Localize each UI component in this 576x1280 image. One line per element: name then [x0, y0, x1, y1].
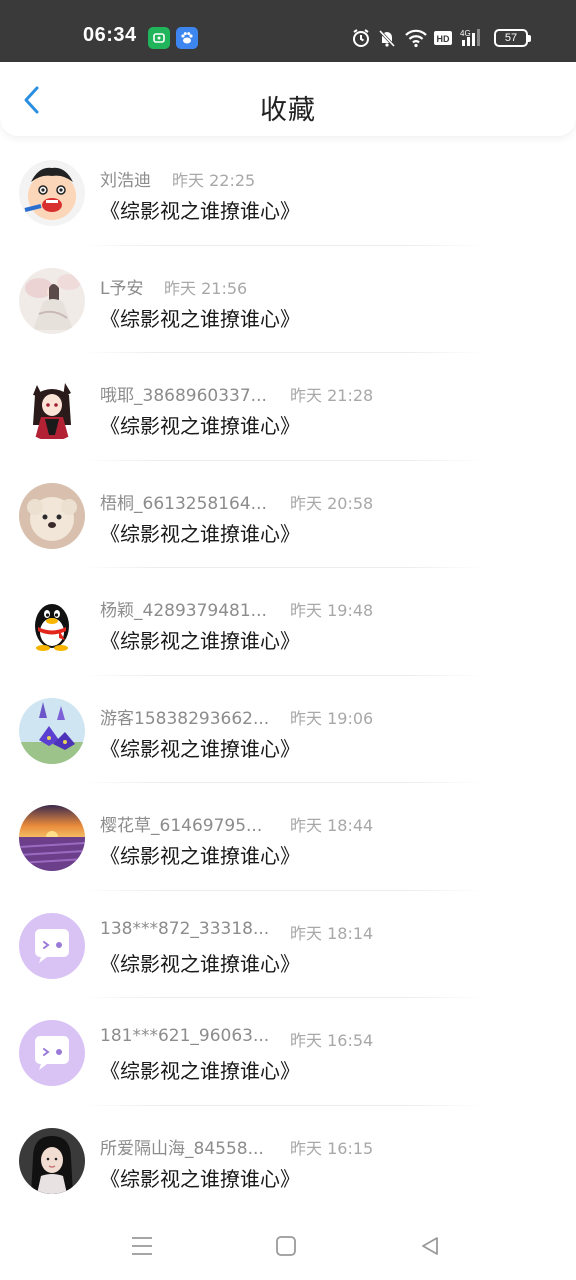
username: 181***621_96063... — [100, 1026, 270, 1046]
book-title: 《综影视之谁撩谁心》 — [100, 844, 300, 868]
alarm-icon — [351, 28, 371, 52]
username: 梧桐_6613258164... — [100, 493, 267, 514]
book-title: 《综影视之谁撩谁心》 — [100, 521, 300, 546]
username: 游客15838293662... — [100, 708, 270, 729]
list-item[interactable]: 游客15838293662... 昨天 19:06 《综影视之谁撩谁心》 — [0, 676, 576, 783]
list-item[interactable]: 杨颖_4289379481... 昨天 19:48 《综影视之谁撩谁心》 — [0, 568, 576, 676]
username: L予安 — [100, 278, 144, 299]
list-item[interactable]: 哦耶_3868960337... 昨天 21:28 《综影视之谁撩谁心》 — [0, 353, 576, 461]
list-item[interactable]: 138***872_33318... 昨天 18:14 《综影视之谁撩谁心》 — [0, 891, 576, 998]
app-green-icon — [148, 27, 170, 49]
system-nav-bar — [0, 1210, 576, 1280]
book-title: 《综影视之谁撩谁心》 — [100, 306, 300, 331]
book-title: 《综影视之谁撩谁心》 — [100, 199, 300, 223]
avatar[interactable] — [19, 1127, 85, 1194]
svg-text:4G: 4G — [460, 29, 471, 38]
avatar[interactable] — [19, 1020, 85, 1086]
list-item[interactable]: 所爱隔山海_84558... 昨天 16:15 《综影视之谁撩谁心》 — [0, 1106, 576, 1214]
timestamp: 昨天 20:58 — [290, 493, 374, 513]
username: 所爱隔山海_84558... — [100, 1138, 264, 1159]
avatar[interactable] — [19, 375, 85, 441]
avatar[interactable] — [19, 482, 85, 549]
book-title: 《综影视之谁撩谁心》 — [100, 736, 300, 761]
list-item[interactable]: 181***621_96063... 昨天 16:54 《综影视之谁撩谁心》 — [0, 998, 576, 1106]
page-title: 收藏 — [260, 95, 316, 126]
timestamp: 昨天 16:15 — [290, 1138, 374, 1158]
avatar[interactable] — [19, 160, 85, 226]
hd-icon: HD — [433, 28, 453, 52]
svg-text:HD: HD — [437, 34, 450, 44]
list-item[interactable]: L予安 昨天 21:56 《综影视之谁撩谁心》 — [0, 246, 576, 353]
baidu-paw-icon — [176, 27, 198, 49]
book-title: 《综影视之谁撩谁心》 — [100, 414, 300, 438]
avatar[interactable] — [19, 805, 85, 871]
list-item[interactable]: 梧桐_6613258164... 昨天 20:58 《综影视之谁撩谁心》 — [0, 461, 576, 568]
list-item[interactable]: 樱花草_61469795... 昨天 18:44 《综影视之谁撩谁心》 — [0, 783, 576, 891]
book-title: 《综影视之谁撩谁心》 — [100, 629, 300, 653]
signal-4g-icon: 4G — [459, 28, 487, 52]
username: 哦耶_3868960337... — [100, 386, 267, 406]
menu-icon — [132, 1237, 152, 1255]
avatar[interactable] — [19, 590, 85, 656]
avatar[interactable] — [19, 267, 85, 334]
book-title: 《综影视之谁撩谁心》 — [100, 1059, 300, 1083]
avatar[interactable] — [19, 912, 85, 979]
username: 樱花草_61469795... — [100, 816, 263, 836]
battery-icon: 57 — [494, 29, 531, 47]
timestamp: 昨天 16:54 — [290, 1031, 374, 1050]
timestamp: 昨天 21:56 — [164, 278, 248, 298]
wifi-icon — [404, 28, 428, 52]
status-bar: 06:34 HD 4G 57 — [0, 0, 576, 62]
timestamp: 昨天 18:44 — [290, 816, 374, 835]
avatar[interactable] — [19, 697, 85, 764]
bell-muted-icon — [377, 28, 397, 52]
home-button[interactable] — [268, 1228, 304, 1264]
list-item[interactable]: 刘浩迪 昨天 22:25 《综影视之谁撩谁心》 — [0, 138, 576, 246]
home-square-icon — [276, 1236, 296, 1256]
username: 杨颖_4289379481... — [100, 601, 267, 621]
username: 138***872_33318... — [100, 918, 270, 939]
status-time: 06:34 — [83, 24, 137, 46]
back-nav-button[interactable] — [412, 1228, 448, 1264]
book-title: 《综影视之谁撩谁心》 — [100, 951, 300, 976]
timestamp: 昨天 21:28 — [290, 386, 374, 405]
menu-button[interactable] — [124, 1228, 160, 1264]
timestamp: 昨天 22:25 — [172, 171, 256, 190]
book-title: 《综影视之谁撩谁心》 — [100, 1166, 300, 1191]
title-bar: 收藏 — [0, 62, 576, 136]
timestamp: 昨天 19:06 — [290, 708, 374, 728]
timestamp: 昨天 18:14 — [290, 923, 374, 943]
username: 刘浩迪 — [100, 171, 151, 191]
timestamp: 昨天 19:48 — [290, 601, 374, 620]
favorites-list: 刘浩迪 昨天 22:25 《综影视之谁撩谁心》 L予安 昨天 21:56 《综影… — [0, 138, 576, 1213]
back-triangle-icon — [422, 1237, 438, 1255]
